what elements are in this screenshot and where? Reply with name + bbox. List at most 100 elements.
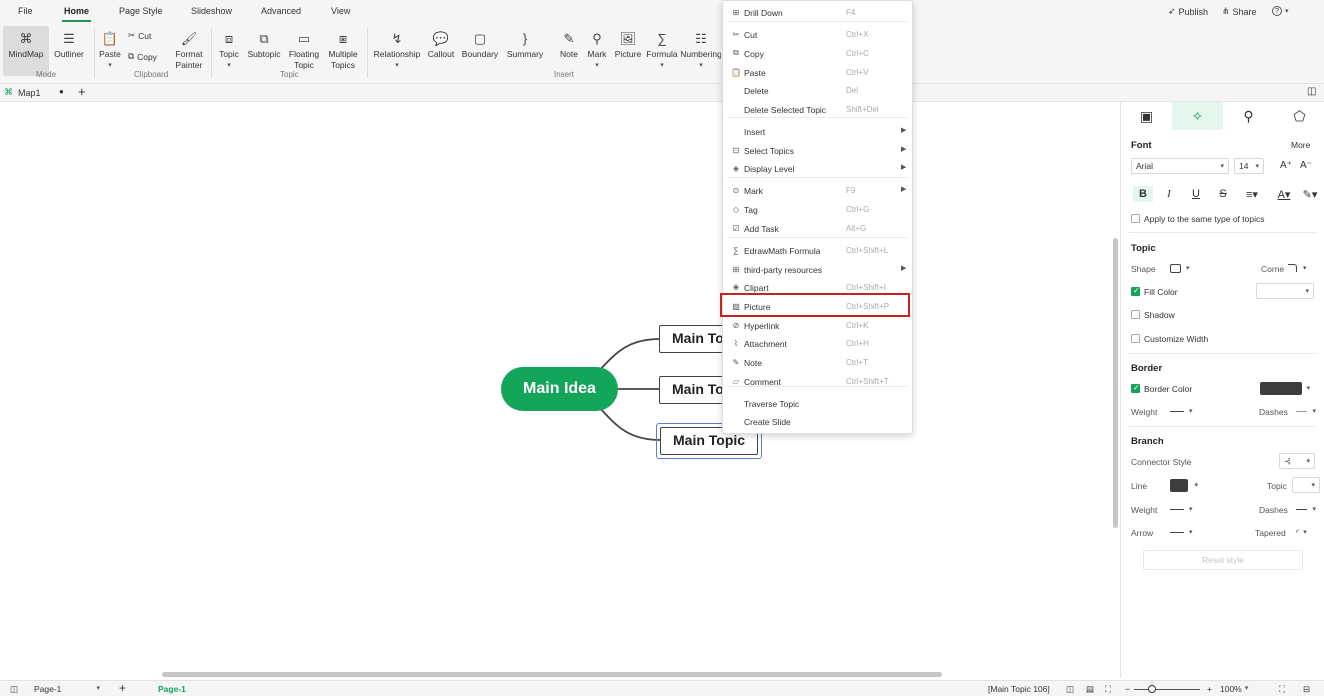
menu-view[interactable]: View <box>331 6 350 16</box>
menu-item-edrawmath-formula[interactable]: ∑ EdrawMath Formula Ctrl+Shift+L <box>723 241 912 259</box>
bold-icon[interactable]: B <box>1133 186 1153 202</box>
help-button[interactable]: ? ▾ <box>1272 6 1289 16</box>
horizontal-scrollbar[interactable] <box>162 672 942 677</box>
formula-button[interactable]: ∑ Formula ▾ <box>645 26 679 76</box>
font-family-select[interactable]: Arial ▾ <box>1131 158 1229 174</box>
customize-width-checkbox[interactable] <box>1131 334 1140 343</box>
increase-font-icon[interactable]: A⁺ <box>1280 160 1292 171</box>
format-painter-button[interactable]: 🖌 Format Painter <box>171 26 207 76</box>
branch-topic-select[interactable]: ▾ <box>1292 477 1320 493</box>
border-color-checkbox[interactable] <box>1131 383 1140 393</box>
menu-item-mark[interactable]: ⊙ Mark F9 ▶ <box>723 181 912 199</box>
font-size-select[interactable]: 14 ▾ <box>1234 158 1264 174</box>
menu-item-third-party-resources[interactable]: ⊞ third-party resources ▶ <box>723 260 912 278</box>
menu-item-insert[interactable]: Insert ▶ <box>723 122 912 140</box>
reset-style-button[interactable]: Reset style <box>1143 550 1303 570</box>
menu-home[interactable]: Home <box>61 6 92 22</box>
menu-slideshow[interactable]: Slideshow <box>191 6 232 16</box>
copy-button[interactable]: ⧉ Copy <box>128 51 157 62</box>
view-mode-icon[interactable]: ◫ <box>1066 684 1074 695</box>
zoom-select[interactable]: 100% ▾ <box>1220 684 1248 694</box>
align-icon[interactable]: ≡▾ <box>1239 186 1265 202</box>
border-dashes-select[interactable]: ▾ <box>1292 403 1320 419</box>
menu-item-attachment[interactable]: ⌇ Attachment Ctrl+H <box>723 334 912 352</box>
floating-topic-button[interactable]: ▭ Floating Topic <box>285 26 323 76</box>
branch-arrow-select[interactable]: ▾ <box>1166 524 1202 540</box>
zoom-out-icon[interactable]: − <box>1125 684 1130 694</box>
main-idea-topic[interactable]: Main Idea <box>501 367 618 411</box>
connector-style-select[interactable]: ⊰ ▾ <box>1279 453 1315 469</box>
main-topic-2[interactable]: Main Topic <box>659 376 729 404</box>
outline-view-icon[interactable]: ▤ <box>1086 684 1094 695</box>
fullscreen-icon[interactable]: ⛶ <box>1279 684 1285 695</box>
publish-button[interactable]: ➶ Publish <box>1168 6 1208 17</box>
zoom-in-icon[interactable]: + <box>1207 684 1212 694</box>
subtopic-button[interactable]: ⧉ Subtopic <box>244 26 284 76</box>
strikethrough-icon[interactable]: S <box>1213 186 1233 202</box>
menu-advanced[interactable]: Advanced <box>261 6 301 16</box>
zoom-slider[interactable] <box>1134 689 1200 690</box>
apply-same-checkbox[interactable] <box>1131 214 1140 223</box>
menu-item-display-level[interactable]: ◈ Display Level ▶ <box>723 159 912 177</box>
add-page-icon[interactable]: + <box>119 681 126 695</box>
menu-item-comment[interactable]: ▱ Comment Ctrl+Shift+T <box>723 372 912 390</box>
mark-button[interactable]: ⚲ Mark ▾ <box>584 26 610 76</box>
border-color-select[interactable]: ▾ <box>1256 380 1314 396</box>
active-page-tab[interactable]: Page-1 <box>158 684 186 694</box>
fit-page-icon[interactable]: ⛶ <box>1105 684 1111 695</box>
menu-item-note[interactable]: ✎ Note Ctrl+T <box>723 353 912 371</box>
menu-item-add-task[interactable]: ☑ Add Task Alt+G <box>723 219 912 237</box>
shape-select[interactable]: ▾ <box>1166 260 1197 276</box>
menu-item-delete-selected-topic[interactable]: Delete Selected Topic Shift+Del <box>723 100 912 118</box>
menu-item-create-slide[interactable]: Create Slide <box>723 412 912 430</box>
menu-item-select-topics[interactable]: ⊡ Select Topics ▶ <box>723 141 912 159</box>
panel-toggle-icon[interactable]: ◫ <box>1307 86 1316 97</box>
cut-button[interactable]: ✂ Cut <box>128 30 151 41</box>
menu-item-traverse-topic[interactable]: Traverse Topic <box>723 394 912 412</box>
highlight-pen-icon[interactable]: ✎▾ <box>1297 186 1323 202</box>
page-select[interactable]: Page-1 ▾ <box>34 684 100 694</box>
font-color-icon[interactable]: A▾ <box>1271 186 1297 202</box>
summary-button[interactable]: } Summary <box>503 26 547 76</box>
branch-line-color-select[interactable]: ▾ <box>1166 477 1202 493</box>
decrease-font-icon[interactable]: A⁻ <box>1300 160 1312 171</box>
paste-button[interactable]: 📋 Paste ▾ <box>97 26 123 76</box>
tab-page-format[interactable]: ▣ <box>1121 102 1172 130</box>
picture-button[interactable]: 🖼 Picture <box>612 26 644 76</box>
note-button[interactable]: ✎ Note <box>556 26 582 76</box>
menu-file[interactable]: File <box>18 6 33 16</box>
menu-item-copy[interactable]: ⧉ Copy Ctrl+C <box>723 44 912 62</box>
menu-page-style[interactable]: Page Style <box>119 6 163 16</box>
menu-item-paste[interactable]: 📋 Paste Ctrl+V <box>723 63 912 81</box>
branch-tapered-select[interactable]: ◜ ▾ <box>1292 524 1320 540</box>
document-tab[interactable]: ⌘ Map1 <box>4 87 41 98</box>
callout-button[interactable]: 💬 Callout <box>424 26 458 76</box>
branch-weight-select[interactable]: ▾ <box>1166 501 1202 517</box>
numbering-button[interactable]: ☷ Numbering ▾ <box>681 26 721 76</box>
relationship-button[interactable]: ↯ Relationship ▾ <box>370 26 424 76</box>
add-tab-icon[interactable]: + <box>78 84 86 99</box>
outliner-mode-button[interactable]: ☰ Outliner <box>51 26 87 76</box>
font-more-link[interactable]: More <box>1291 140 1310 150</box>
tab-style[interactable]: ✧ <box>1172 102 1223 130</box>
main-topic-1[interactable]: Main Topic <box>659 325 729 353</box>
boundary-button[interactable]: ▢ Boundary <box>459 26 501 76</box>
tab-theme[interactable]: ⬠ <box>1274 102 1324 130</box>
menu-item-delete[interactable]: Delete Del <box>723 81 912 99</box>
underline-icon[interactable]: U <box>1186 186 1206 202</box>
multiple-topics-button[interactable]: ⧆ Multiple Topics <box>324 26 362 76</box>
page-list-icon[interactable]: ◫ <box>10 684 18 695</box>
shadow-checkbox[interactable] <box>1131 310 1140 319</box>
italic-icon[interactable]: I <box>1159 186 1179 202</box>
menu-item-drill-down[interactable]: ⊞ Drill Down F4 <box>723 3 912 21</box>
vertical-scrollbar[interactable] <box>1113 238 1118 528</box>
fill-color-select[interactable]: ▾ <box>1256 283 1314 299</box>
menu-item-cut[interactable]: ✂ Cut Ctrl+X <box>723 25 912 43</box>
border-weight-select[interactable]: ▾ <box>1166 403 1202 419</box>
canvas[interactable]: Main Idea Main Topic Main Topic Main Top… <box>0 102 1112 678</box>
branch-dashes-select[interactable]: ▾ <box>1292 501 1320 517</box>
share-button[interactable]: ⋔ Share <box>1222 6 1257 17</box>
menu-item-tag[interactable]: ◇ Tag Ctrl+G <box>723 200 912 218</box>
zoom-slider-handle[interactable] <box>1148 685 1156 693</box>
topic-button[interactable]: ⧈ Topic ▾ <box>214 26 244 76</box>
